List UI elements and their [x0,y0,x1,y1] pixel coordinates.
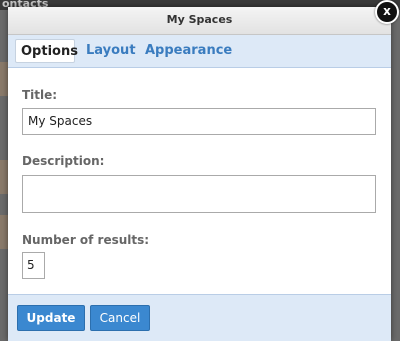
tab-appearance[interactable]: Appearance [145,39,232,63]
title-label: Title: [22,88,58,102]
tab-layout[interactable]: Layout [86,39,136,63]
options-form: Title: My Spaces Description: Number of … [8,68,391,294]
num-results-input[interactable]: 5 [22,252,45,279]
description-label: Description: [22,154,105,168]
cancel-button[interactable]: Cancel [90,305,150,331]
close-button[interactable]: x [375,0,399,24]
tab-bar: Options Layout Appearance [8,35,391,68]
close-icon: x [383,4,391,18]
backdrop-avatar [0,160,8,194]
backdrop-avatar [0,62,8,96]
update-button[interactable]: Update [17,305,85,331]
num-results-label: Number of results: [22,233,150,247]
description-input[interactable] [22,175,376,213]
dialog-title: My Spaces [166,13,233,26]
tab-options[interactable]: Options [15,39,78,63]
dialog-titlebar: My Spaces [8,7,391,35]
title-input[interactable]: My Spaces [22,108,376,135]
my-spaces-dialog: My Spaces x Options Layout Appearance Ti… [8,0,399,341]
backdrop-avatar [0,215,8,249]
dialog-footer: Update Cancel [8,294,391,341]
